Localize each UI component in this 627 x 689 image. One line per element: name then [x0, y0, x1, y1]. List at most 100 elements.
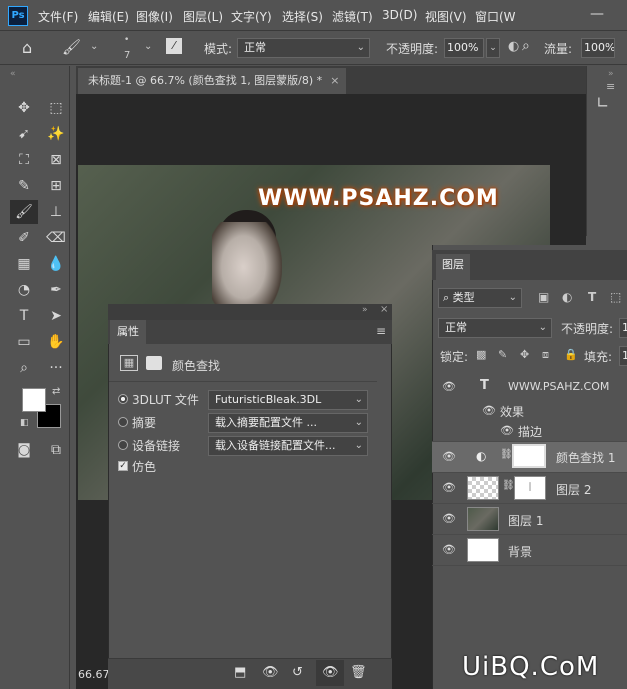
filter-pixel-icon[interactable]: ▣ [538, 290, 549, 304]
eye-icon[interactable]: 👁 [442, 481, 456, 494]
eye-icon[interactable]: 👁 [442, 512, 456, 525]
hand-tool-icon[interactable]: ✋ [46, 332, 66, 352]
menu-view[interactable]: 视图(V) [425, 8, 467, 25]
blur-tool-icon[interactable]: 💧 [46, 254, 66, 274]
pen-tool-icon[interactable]: ✒ [46, 280, 66, 300]
menu-file[interactable]: 文件(F) [38, 8, 78, 25]
brush-settings-icon[interactable]: ⁄ [166, 38, 182, 54]
foreground-color-swatch-top[interactable] [22, 388, 46, 412]
search-icon[interactable]: ⌕ [522, 38, 530, 54]
document-tab[interactable]: 未标题-1 @ 66.7% (颜色查找 1, 图层蒙版/8) * × [78, 68, 346, 94]
chevron-down-icon[interactable]: ⌄ [486, 38, 500, 58]
chevron-down-icon[interactable]: ⌄ [144, 41, 152, 52]
brush-tool-icon[interactable]: 🖌 [10, 200, 38, 224]
menu-layer[interactable]: 图层(L) [183, 8, 223, 25]
dither-checkbox[interactable]: ✓ [118, 461, 128, 471]
screen-mode-icon[interactable]: ⧉ [46, 440, 66, 460]
marquee-tool-icon[interactable]: ⬚ [46, 98, 66, 118]
tab-layers[interactable]: 图层 [436, 254, 470, 280]
reset-icon[interactable]: ↺ [292, 665, 303, 680]
close-icon[interactable]: × [380, 304, 388, 315]
view-previous-icon[interactable]: 👁 [262, 665, 279, 680]
dodge-tool-icon[interactable]: ◔ [14, 280, 34, 300]
collapse-icon[interactable]: » [362, 305, 368, 315]
home-icon[interactable]: ⌂ [22, 38, 32, 57]
collapse-icon[interactable]: « [10, 69, 16, 79]
flow-input[interactable]: 100% [581, 38, 615, 58]
eye-icon[interactable]: 👁 [442, 380, 456, 393]
radio-3dlut[interactable] [118, 394, 128, 404]
clip-to-layer-icon[interactable]: ⬒ [234, 665, 246, 680]
menu-3d[interactable]: 3D(D) [382, 8, 417, 22]
lock-transparent-icon[interactable]: ▩ [476, 348, 486, 361]
filter-type-icon[interactable]: T [588, 290, 596, 304]
layer-opacity-input[interactable]: 1 [619, 318, 627, 338]
filter-adjustment-icon[interactable]: ◐ [562, 290, 572, 304]
properties-panel-header[interactable] [108, 304, 392, 320]
panel-menu-icon[interactable]: ≡ [376, 324, 386, 338]
eye-icon[interactable]: 👁 [442, 450, 456, 463]
panel-menu-icon[interactable]: ≡ [606, 80, 615, 93]
photoshop-logo[interactable]: Ps [8, 6, 28, 26]
magic-wand-icon[interactable]: ✨ [46, 124, 66, 144]
lasso-tool-icon[interactable]: ➹ [14, 124, 34, 144]
3dlut-select[interactable]: FuturisticBleak.3DL ⌄ [208, 390, 368, 410]
gradient-tool-icon[interactable]: ▦ [14, 254, 34, 274]
history-brush-icon[interactable]: ✐ [14, 228, 34, 248]
radio-abstract[interactable] [118, 417, 128, 427]
spot-heal-icon[interactable]: ⊞ [46, 176, 66, 196]
measure-icon[interactable]: ∟ [596, 93, 609, 112]
eye-icon[interactable]: 👁 [442, 543, 456, 556]
default-colors-icon[interactable]: ◧ [20, 418, 29, 428]
zoom-status[interactable]: 66.67 [78, 668, 110, 681]
blend-mode-select[interactable]: 正常 ⌄ [438, 318, 552, 338]
link-icon[interactable]: ⛓ [500, 449, 513, 460]
swap-colors-icon[interactable]: ⇄ [52, 386, 60, 397]
eye-icon[interactable]: 👁 [482, 404, 496, 417]
menu-edit[interactable]: 编辑(E) [88, 8, 129, 25]
layer-mask-thumbnail[interactable]: ᛁ [514, 476, 546, 500]
minimize-icon[interactable]: — [590, 6, 604, 22]
abstract-select[interactable]: 载入摘要配置文件 ... ⌄ [208, 413, 368, 433]
rectangle-tool-icon[interactable]: ▭ [14, 332, 34, 352]
layer-thumbnail[interactable] [467, 538, 499, 562]
layer-thumbnail[interactable] [467, 476, 499, 500]
lock-artboard-icon[interactable]: ⧈ [542, 348, 549, 362]
layer-thumbnail[interactable] [467, 507, 499, 531]
fill-input[interactable]: 1 [619, 346, 627, 366]
close-icon[interactable]: × [330, 74, 339, 87]
menu-image[interactable]: 图像(I) [136, 8, 173, 25]
pressure-opacity-icon[interactable]: ◐ [508, 39, 519, 54]
layer-filter-select[interactable]: ⌕ 类型 ⌄ [438, 288, 522, 308]
menu-filter[interactable]: 滤镜(T) [332, 8, 373, 25]
mode-select[interactable]: 正常 ⌄ [237, 38, 370, 58]
frame-tool-icon[interactable]: ⊠ [46, 150, 66, 170]
lock-image-icon[interactable]: ✎ [498, 348, 507, 361]
type-tool-icon[interactable]: T [14, 306, 34, 326]
menu-select[interactable]: 选择(S) [282, 8, 323, 25]
quick-mask-icon[interactable]: ◙ [14, 440, 34, 460]
path-select-icon[interactable]: ➤ [46, 306, 66, 326]
more-tools-icon[interactable]: ··· [46, 358, 66, 378]
brush-preset-icon[interactable]: 🖌 [62, 38, 81, 56]
visibility-icon[interactable]: 👁 [322, 665, 339, 680]
radio-device-link[interactable] [118, 440, 128, 450]
stamp-tool-icon[interactable]: ⊥ [46, 202, 66, 222]
layer-mask-thumbnail[interactable] [512, 444, 546, 468]
link-icon[interactable]: ⛓ [502, 480, 515, 491]
menu-type[interactable]: 文字(Y) [231, 8, 272, 25]
chevron-down-icon[interactable]: ⌄ [90, 41, 98, 52]
adjustment-grid-icon[interactable]: ▦ [120, 355, 138, 371]
mask-icon[interactable] [146, 356, 162, 370]
opacity-input[interactable]: 100% [444, 38, 484, 58]
eyedropper-icon[interactable]: ✎ [14, 176, 34, 196]
filter-shape-icon[interactable]: ⬚ [610, 290, 621, 304]
tab-properties[interactable]: 属性 [110, 320, 146, 344]
lock-all-icon[interactable]: 🔒 [564, 348, 578, 361]
zoom-tool-icon[interactable]: ⌕ [14, 358, 34, 378]
eraser-icon[interactable]: ⌫ [46, 228, 66, 248]
move-tool-icon[interactable]: ✥ [14, 98, 34, 118]
crop-tool-icon[interactable]: ⛶ [14, 150, 34, 170]
device-link-select[interactable]: 载入设备链接配置文件... ⌄ [208, 436, 368, 456]
eye-icon[interactable]: 👁 [500, 424, 514, 437]
